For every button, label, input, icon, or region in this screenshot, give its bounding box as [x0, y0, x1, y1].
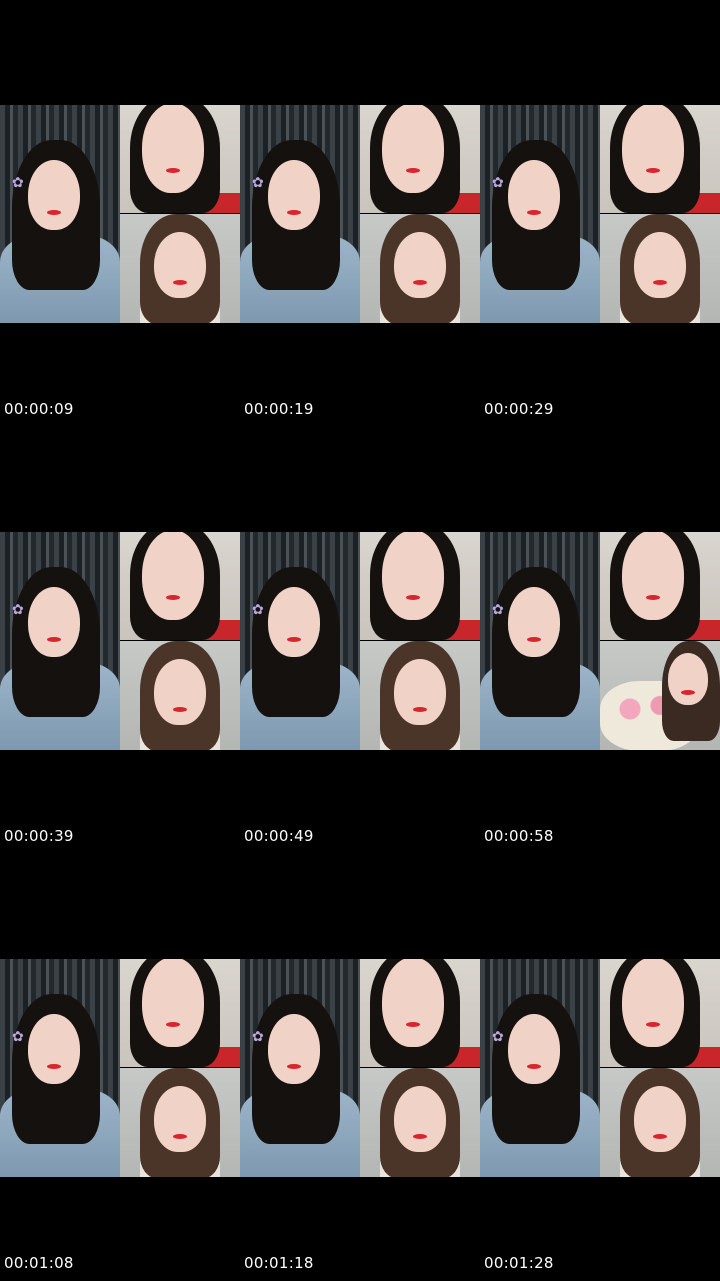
hair-flower-icon: ✿: [492, 1029, 504, 1045]
face: [622, 959, 684, 1047]
lips: [166, 594, 180, 600]
face: [382, 532, 444, 620]
frame-top-right-pane: [360, 532, 480, 640]
frame-top-right-pane: [120, 105, 240, 213]
video-frame-thumbnail: ✿: [0, 959, 240, 1177]
lips: [406, 1021, 420, 1027]
hair-flower-icon: ✿: [12, 602, 24, 618]
frame-bottom-right-pane: [120, 214, 240, 323]
lips: [653, 279, 667, 285]
timestamp-label: 00:00:29: [484, 400, 554, 418]
face: [634, 232, 686, 298]
face: [154, 1086, 206, 1152]
hair-flower-icon: ✿: [492, 175, 504, 191]
frame-bottom-right-pane: [360, 1068, 480, 1177]
face: [394, 659, 446, 725]
timestamp-label: 00:00:49: [244, 827, 314, 845]
lips: [406, 167, 420, 173]
video-frame-thumbnail: ✿: [240, 959, 480, 1177]
face: [634, 1086, 686, 1152]
hair-flower-icon: ✿: [12, 175, 24, 191]
face: [622, 105, 684, 193]
frame-left-pane: ✿: [480, 105, 600, 323]
face: [394, 1086, 446, 1152]
frame-bottom-right-pane: [600, 1068, 720, 1177]
frame-left-pane: ✿: [240, 959, 360, 1177]
face: [142, 105, 204, 193]
frame-bottom-right-pane: [360, 214, 480, 323]
face: [268, 160, 320, 230]
face: [382, 959, 444, 1047]
hair-flower-icon: ✿: [252, 1029, 264, 1045]
frame-left-pane: ✿: [480, 959, 600, 1177]
face: [28, 587, 80, 657]
hair-flower-icon: ✿: [252, 602, 264, 618]
frame-top-right-pane: [360, 105, 480, 213]
frame-bottom-right-pane: [120, 641, 240, 750]
frame-left-pane: ✿: [0, 959, 120, 1177]
timestamp-label: 00:01:18: [244, 1254, 314, 1272]
face: [142, 959, 204, 1047]
face: [508, 160, 560, 230]
frame-bottom-right-pane: [600, 214, 720, 323]
face: [268, 1014, 320, 1084]
frame-bottom-right-pane: [120, 1068, 240, 1177]
lips: [166, 1021, 180, 1027]
face: [394, 232, 446, 298]
face: [154, 659, 206, 725]
lips: [413, 706, 427, 712]
face: [508, 587, 560, 657]
face: [622, 532, 684, 620]
lips: [413, 1133, 427, 1139]
frame-top-right-pane: [600, 105, 720, 213]
lips: [406, 594, 420, 600]
video-frame-thumbnail: ✿: [0, 532, 240, 750]
timestamp-label: 00:00:58: [484, 827, 554, 845]
frame-left-pane: ✿: [240, 105, 360, 323]
frame-left-pane: ✿: [480, 532, 600, 750]
timestamp-label: 00:00:39: [4, 827, 74, 845]
video-frame-thumbnail: ✿: [240, 532, 480, 750]
face: [154, 232, 206, 298]
frame-left-pane: ✿: [240, 532, 360, 750]
video-frame-thumbnail: ✿: [480, 105, 720, 323]
lips: [646, 594, 660, 600]
hair-flower-icon: ✿: [252, 175, 264, 191]
frame-bottom-right-pane: [360, 641, 480, 750]
frame-left-pane: ✿: [0, 105, 120, 323]
frame-top-right-pane: [360, 959, 480, 1067]
lips: [653, 1133, 667, 1139]
video-frame-thumbnail: ✿: [480, 532, 720, 750]
frame-top-right-pane: [120, 532, 240, 640]
frame-top-right-pane: [600, 532, 720, 640]
lips: [173, 279, 187, 285]
video-frame-thumbnail: ✿: [240, 105, 480, 323]
lips: [646, 1021, 660, 1027]
face: [508, 1014, 560, 1084]
timestamp-label: 00:00:09: [4, 400, 74, 418]
lips: [646, 167, 660, 173]
face: [668, 653, 708, 705]
lips: [173, 1133, 187, 1139]
frame-bottom-right-pane: [600, 641, 720, 750]
frame-top-right-pane: [600, 959, 720, 1067]
face: [268, 587, 320, 657]
frame-left-pane: ✿: [0, 532, 120, 750]
video-frame-thumbnail: ✿: [480, 959, 720, 1177]
lips: [166, 167, 180, 173]
face: [382, 105, 444, 193]
frame-top-right-pane: [120, 959, 240, 1067]
video-frame-thumbnail: ✿: [0, 105, 240, 323]
timestamp-label: 00:01:08: [4, 1254, 74, 1272]
face: [28, 1014, 80, 1084]
timestamp-label: 00:01:28: [484, 1254, 554, 1272]
timestamp-label: 00:00:19: [244, 400, 314, 418]
face: [28, 160, 80, 230]
hair-flower-icon: ✿: [12, 1029, 24, 1045]
lips: [413, 279, 427, 285]
lips: [173, 706, 187, 712]
hair-flower-icon: ✿: [492, 602, 504, 618]
face: [142, 532, 204, 620]
